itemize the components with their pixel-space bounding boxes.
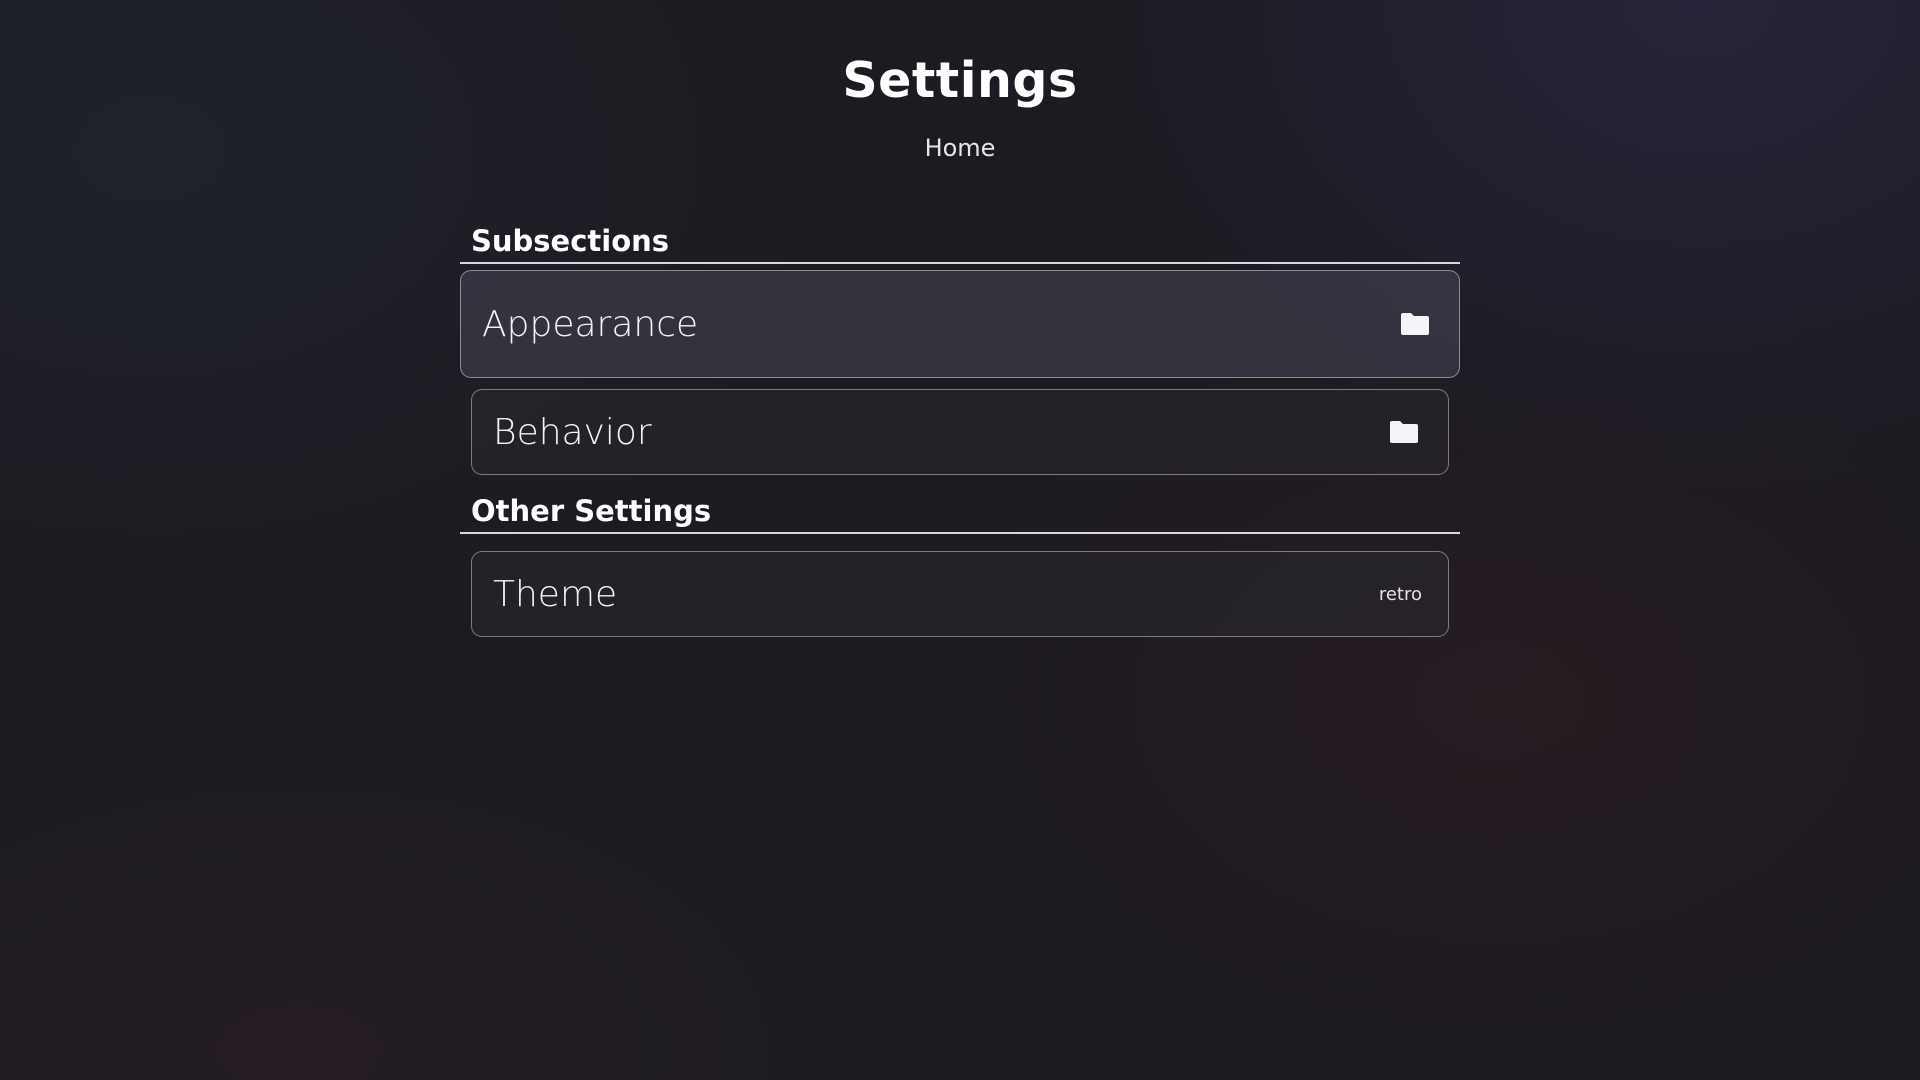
subsection-appearance-label: Appearance — [482, 303, 699, 345]
subsection-behavior[interactable]: Behavior — [471, 389, 1449, 475]
setting-theme-label: Theme — [493, 573, 618, 615]
folder-icon — [1399, 311, 1431, 337]
page-title: Settings — [842, 52, 1078, 109]
section-header-other-settings: Other Settings — [460, 492, 1460, 534]
subsection-appearance[interactable]: Appearance — [460, 270, 1460, 378]
setting-theme[interactable]: Theme retro — [471, 551, 1449, 637]
section-header-subsections: Subsections — [460, 222, 1460, 264]
subsection-behavior-label: Behavior — [493, 411, 652, 453]
breadcrumb[interactable]: Home — [460, 132, 1460, 164]
folder-icon — [1388, 419, 1420, 445]
setting-theme-value: retro — [1378, 583, 1422, 605]
